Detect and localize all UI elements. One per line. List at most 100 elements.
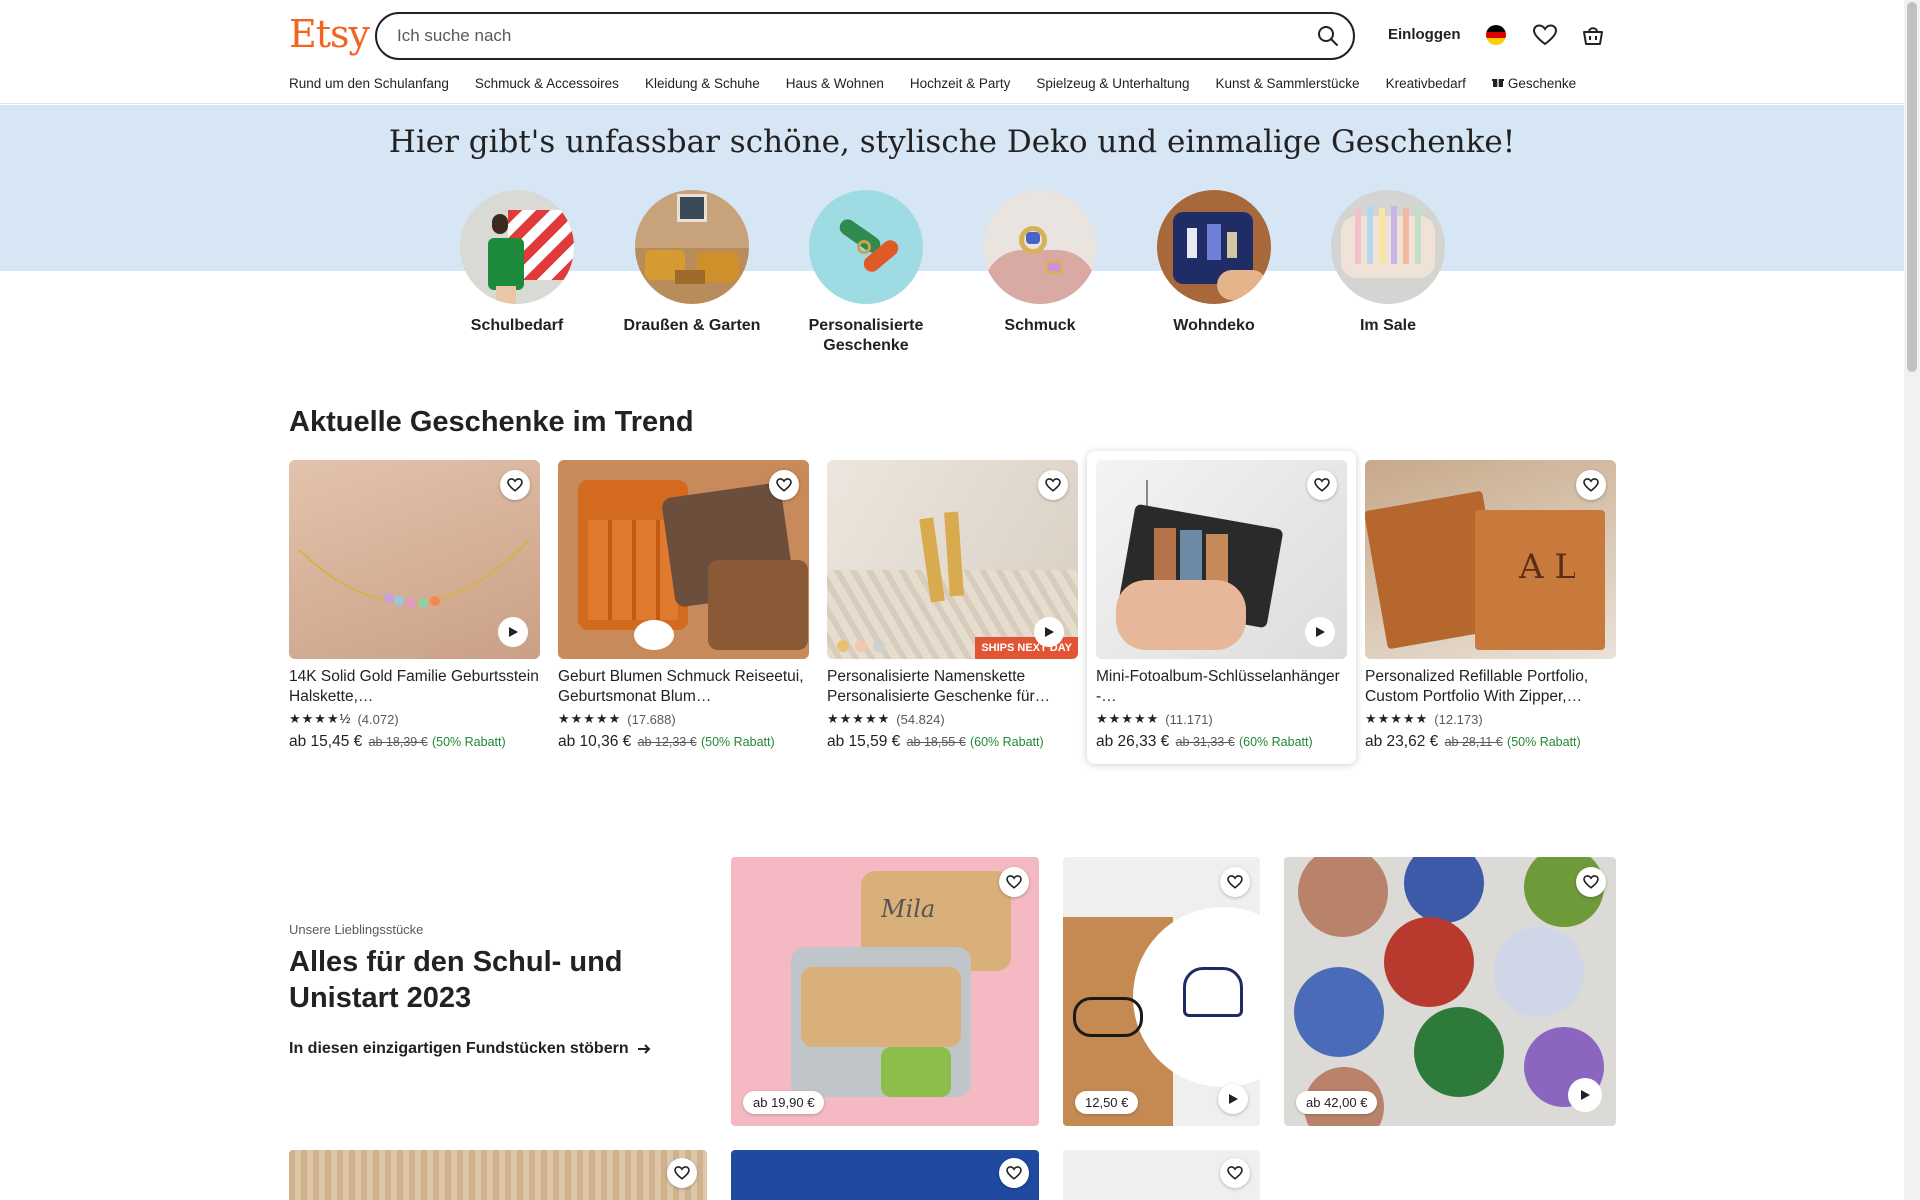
play-video-button[interactable] <box>1034 617 1064 647</box>
category-personalized-gifts[interactable]: Personalisierte Geschenke <box>791 190 941 356</box>
favorite-tile[interactable] <box>731 1150 1039 1200</box>
browse-finds-link[interactable]: In diesen einzigartigen Fundstücken stöb… <box>289 1040 651 1058</box>
product-title[interactable]: 14K Solid Gold Familie Geburtsstein Hals… <box>289 667 540 707</box>
search-input[interactable] <box>397 14 1277 58</box>
product-price-row: ab 26,33 € ab 31,33 € (60% Rabatt) <box>1096 733 1347 751</box>
play-icon <box>1316 627 1325 637</box>
favorite-button[interactable] <box>1576 867 1606 897</box>
heart-icon <box>1227 1166 1243 1180</box>
page-scrollbar[interactable] <box>1904 0 1920 1200</box>
play-icon <box>1045 627 1054 637</box>
nav-item-label: Geschenke <box>1507 76 1577 91</box>
favorite-button[interactable] <box>1307 470 1337 500</box>
favorite-button[interactable] <box>1038 470 1068 500</box>
product-image[interactable] <box>289 460 540 659</box>
play-video-button[interactable] <box>1218 1084 1248 1114</box>
product-price: ab 26,33 € <box>1096 733 1170 750</box>
nav-item[interactable]: Kleidung & Schuhe <box>645 76 760 96</box>
category-image <box>983 190 1097 304</box>
favorite-button[interactable] <box>1220 1158 1250 1188</box>
heart-icon <box>1006 1166 1022 1180</box>
germany-flag-icon[interactable] <box>1486 25 1506 45</box>
category-school-supplies[interactable]: Schulbedarf <box>442 190 592 336</box>
favorite-tile[interactable]: 12,50 € <box>1063 857 1260 1126</box>
category-image <box>1157 190 1271 304</box>
product-title[interactable]: Geburt Blumen Schmuck Reiseetui, Geburts… <box>558 667 809 707</box>
review-count: (12.173) <box>1434 711 1483 727</box>
heart-icon <box>674 1166 690 1180</box>
nav-item[interactable]: Schmuck & Accessoires <box>475 76 619 96</box>
product-rating: ★★★★½ (4.072) <box>289 711 540 727</box>
star-rating-icon: ★★★★★ <box>558 711 622 726</box>
product-image[interactable]: A L <box>1365 460 1616 659</box>
product-card[interactable]: 14K Solid Gold Familie Geburtsstein Hals… <box>289 460 540 751</box>
ships-next-day-badge: SHIPS NEXT DAY <box>975 637 1078 659</box>
original-price: ab 18,39 € <box>368 735 428 749</box>
shopping-basket-icon[interactable] <box>1580 22 1606 48</box>
product-title[interactable]: Personalisierte Namenskette Personalisie… <box>827 667 1078 707</box>
play-video-button[interactable] <box>1305 617 1335 647</box>
product-image[interactable] <box>1096 460 1347 659</box>
product-card[interactable]: A L Personalized Refillable Portfolio, C… <box>1365 460 1616 751</box>
product-price: ab 10,36 € <box>558 733 632 750</box>
product-card-hovered[interactable]: Mini-Fotoalbum-Schlüsselanhänger -… ★★★★… <box>1087 451 1356 764</box>
discount-label: (60% Rabatt) <box>969 735 1044 749</box>
play-video-button[interactable] <box>1568 1078 1602 1112</box>
product-price-row: ab 15,45 € ab 18,39 € (50% Rabatt) <box>289 733 540 751</box>
category-image <box>460 190 574 304</box>
play-icon <box>509 627 518 637</box>
discount-label: (50% Rabatt) <box>700 735 775 749</box>
product-price: ab 15,59 € <box>827 733 901 750</box>
nav-item[interactable]: Hochzeit & Party <box>910 76 1011 96</box>
original-price: ab 18,55 € <box>906 735 966 749</box>
category-image <box>809 190 923 304</box>
original-price: ab 31,33 € <box>1175 735 1235 749</box>
product-title[interactable]: Mini-Fotoalbum-Schlüsselanhänger -… <box>1096 667 1347 707</box>
favorite-tile[interactable] <box>1063 1150 1260 1200</box>
review-count: (11.171) <box>1165 711 1213 727</box>
heart-icon <box>1583 478 1599 492</box>
product-card[interactable]: Geburt Blumen Schmuck Reiseetui, Geburts… <box>558 460 809 751</box>
favorite-tile[interactable]: Mila ab 19,90 € <box>731 857 1039 1126</box>
favorite-button[interactable] <box>500 470 530 500</box>
favorite-button[interactable] <box>769 470 799 500</box>
nav-item[interactable]: Kreativbedarf <box>1386 76 1466 96</box>
nav-item-gifts[interactable]: Geschenke <box>1491 76 1577 96</box>
product-title[interactable]: Personalized Refillable Portfolio, Custo… <box>1365 667 1616 707</box>
scrollbar-thumb[interactable] <box>1907 2 1917 372</box>
search-button[interactable] <box>1309 17 1347 55</box>
discount-label: (50% Rabatt) <box>1507 735 1581 749</box>
category-home-decor[interactable]: Wohndeko <box>1139 190 1289 336</box>
product-image[interactable]: SHIPS NEXT DAY <box>827 460 1078 659</box>
favorite-button[interactable] <box>1220 867 1250 897</box>
favorite-button[interactable] <box>999 867 1029 897</box>
nav-item[interactable]: Rund um den Schulanfang <box>289 76 449 96</box>
category-jewelry[interactable]: Schmuck <box>965 190 1115 336</box>
login-link[interactable]: Einloggen <box>1388 26 1461 43</box>
favorite-tile[interactable] <box>289 1150 707 1200</box>
star-rating-icon: ★★★★½ <box>289 711 352 726</box>
nav-item[interactable]: Kunst & Sammlerstücke <box>1216 76 1360 96</box>
favorite-tile[interactable]: ab 42,00 € <box>1284 857 1616 1126</box>
heart-icon <box>1583 875 1599 889</box>
heart-icon <box>1006 875 1022 889</box>
product-price: ab 15,45 € <box>289 733 363 750</box>
favorite-button[interactable] <box>999 1158 1029 1188</box>
category-image <box>635 190 749 304</box>
favorite-button[interactable] <box>667 1158 697 1188</box>
favorite-button[interactable] <box>1576 470 1606 500</box>
product-card[interactable]: SHIPS NEXT DAY Personalisierte Namensket… <box>827 460 1078 751</box>
product-image[interactable] <box>558 460 809 659</box>
category-label: Personalisierte Geschenke <box>808 317 924 354</box>
play-video-button[interactable] <box>498 617 528 647</box>
star-rating-icon: ★★★★★ <box>1096 711 1160 726</box>
favorites-heart-icon[interactable] <box>1532 22 1558 48</box>
nav-item[interactable]: Spielzeug & Unterhaltung <box>1036 76 1189 96</box>
category-outdoor-garden[interactable]: Draußen & Garten <box>617 190 767 336</box>
etsy-logo[interactable]: Etsy <box>289 12 370 56</box>
heart-icon <box>507 478 523 492</box>
category-sale[interactable]: Im Sale <box>1313 190 1463 336</box>
nav-item[interactable]: Haus & Wohnen <box>786 76 884 96</box>
play-icon <box>1581 1090 1590 1100</box>
product-rating: ★★★★★ (12.173) <box>1365 711 1616 727</box>
